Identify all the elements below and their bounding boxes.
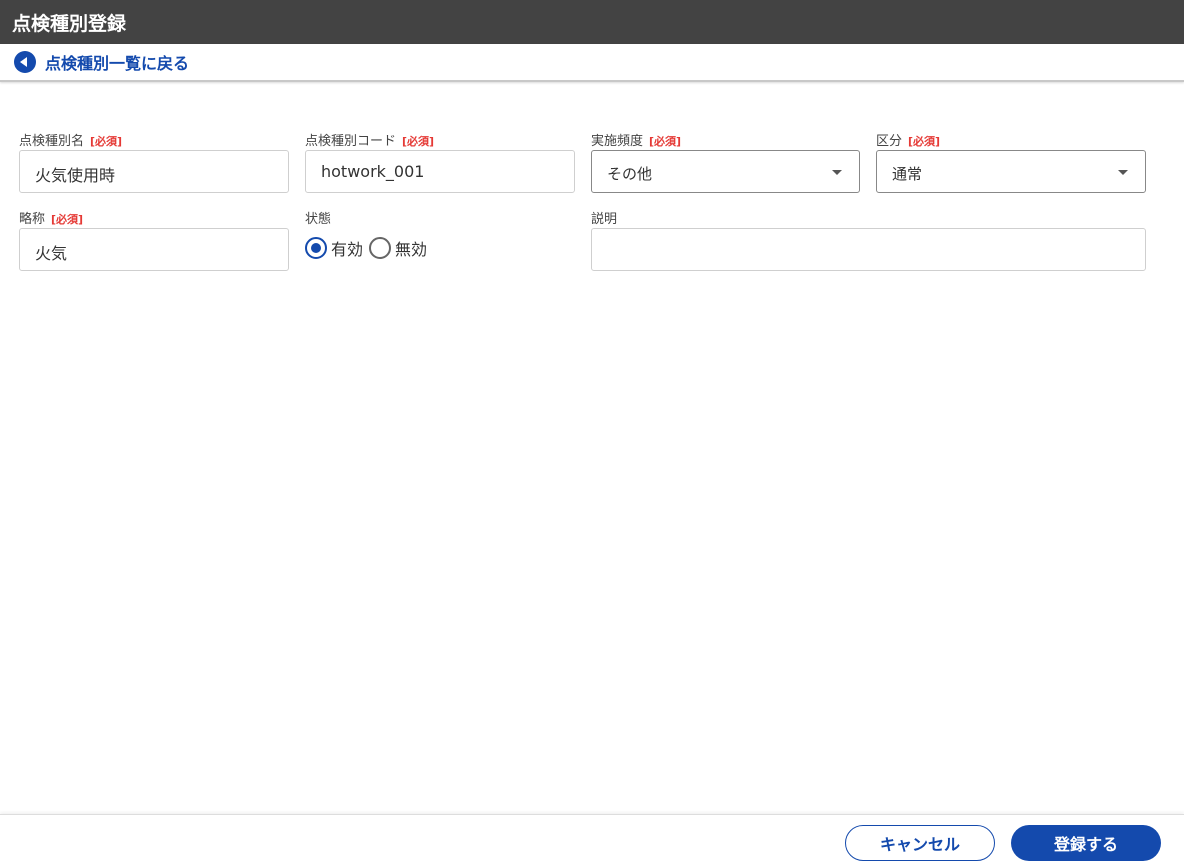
radio-checked-icon bbox=[305, 237, 327, 259]
status-radio-active[interactable]: 有効 bbox=[305, 236, 363, 260]
code-field: 点検種別コード [必須] hotwork_001 bbox=[305, 130, 575, 193]
status-radio-inactive[interactable]: 無効 bbox=[369, 236, 427, 260]
code-label: 点検種別コード bbox=[305, 134, 397, 149]
frequency-select[interactable]: その他 bbox=[591, 150, 860, 193]
frequency-value: その他 bbox=[607, 165, 653, 183]
short-label: 略称 bbox=[19, 212, 46, 227]
radio-label: 有効 bbox=[331, 240, 364, 259]
category-value: 通常 bbox=[892, 165, 923, 183]
name-input[interactable]: 火気使用時 bbox=[19, 150, 289, 193]
status-field: 状態 有効 無効 bbox=[305, 208, 575, 260]
frequency-label: 実施頻度 bbox=[591, 134, 644, 149]
cancel-button[interactable]: キャンセル bbox=[845, 825, 995, 861]
required-badge: [必須] bbox=[402, 135, 435, 148]
dropdown-caret-icon bbox=[1118, 170, 1128, 175]
radio-unchecked-icon bbox=[369, 237, 392, 259]
description-field: 説明 bbox=[591, 208, 1146, 271]
status-label: 状態 bbox=[305, 212, 332, 227]
required-badge: [必須] bbox=[90, 135, 123, 148]
required-badge: [必須] bbox=[908, 135, 941, 148]
category-field: 区分 [必須] 通常 bbox=[876, 130, 1146, 193]
name-field: 点検種別名 [必須] 火気使用時 bbox=[19, 130, 289, 193]
chevron-left-icon bbox=[14, 51, 36, 73]
register-button[interactable]: 登録する bbox=[1011, 825, 1161, 861]
footer: キャンセル 登録する bbox=[0, 814, 1184, 866]
description-input[interactable] bbox=[591, 228, 1146, 271]
frequency-field: 実施頻度 [必須] その他 bbox=[591, 130, 860, 193]
required-badge: [必須] bbox=[51, 213, 84, 226]
category-select[interactable]: 通常 bbox=[876, 150, 1146, 193]
short-field: 略称 [必須] 火気 bbox=[19, 208, 289, 271]
radio-label: 無効 bbox=[395, 240, 428, 259]
back-to-list-link[interactable]: 点検種別一覧に戻る bbox=[0, 44, 1184, 82]
short-input[interactable]: 火気 bbox=[19, 228, 289, 271]
category-label: 区分 bbox=[876, 134, 903, 149]
code-input[interactable]: hotwork_001 bbox=[305, 150, 575, 193]
description-label: 説明 bbox=[591, 212, 618, 227]
required-badge: [必須] bbox=[649, 135, 682, 148]
dropdown-caret-icon bbox=[832, 170, 842, 175]
name-label: 点検種別名 bbox=[19, 134, 85, 149]
back-label: 点検種別一覧に戻る bbox=[45, 54, 190, 73]
page-title: 点検種別登録 bbox=[0, 0, 1184, 44]
